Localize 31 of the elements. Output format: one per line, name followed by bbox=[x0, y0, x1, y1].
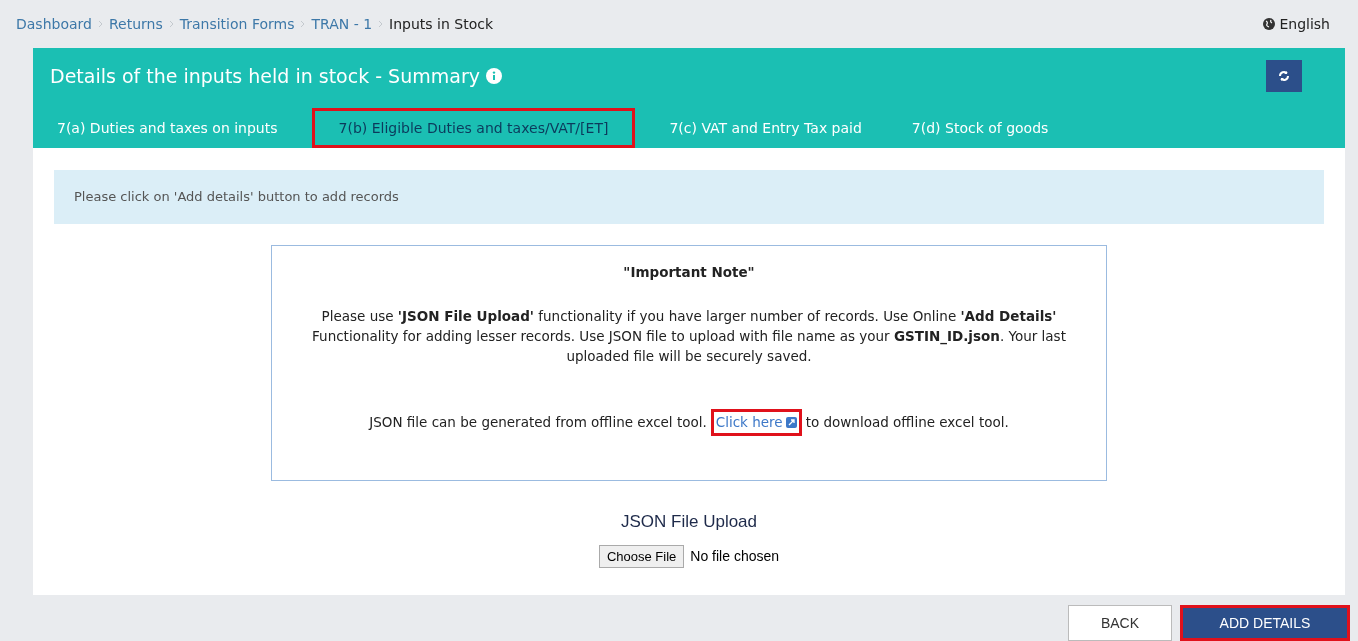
current-page-label: Inputs in Stock bbox=[389, 14, 494, 34]
chevron-icon bbox=[300, 20, 306, 28]
tab[interactable]: 7(c) VAT and Entry Tax paid bbox=[653, 108, 878, 148]
tab[interactable]: 7(b) Eligible Duties and taxes/VAT/[ET] bbox=[311, 108, 636, 148]
tab[interactable]: 7(d) Stock of goods bbox=[895, 108, 1065, 148]
breadcrumb-link[interactable]: TRAN - 1 bbox=[311, 13, 373, 35]
refresh-button[interactable] bbox=[1266, 60, 1302, 92]
language-button[interactable]: English bbox=[1263, 13, 1330, 35]
note-heading: "Important Note" bbox=[623, 263, 755, 282]
note-text: to download offline excel tool. bbox=[805, 413, 1009, 433]
choose-file-button[interactable]: Choose File bbox=[598, 544, 685, 568]
chevron-icon bbox=[97, 20, 103, 28]
external-link-icon bbox=[785, 416, 797, 428]
panel-title: Details of the inputs held in stock - Summary bbox=[50, 63, 480, 89]
refresh-icon bbox=[1278, 70, 1290, 82]
back-button[interactable]: BACK bbox=[1068, 605, 1172, 641]
file-status: No file chosen bbox=[690, 546, 780, 566]
download-link[interactable]: Click here bbox=[710, 409, 802, 436]
info-alert: Please click on 'Add details' button to add records bbox=[54, 170, 1324, 224]
upload-label: JSON File Upload bbox=[620, 511, 758, 533]
chevron-icon bbox=[168, 20, 174, 28]
breadcrumb-link[interactable]: Dashboard bbox=[16, 13, 92, 35]
info-icon bbox=[485, 68, 502, 84]
note-text: Please use 'JSON File Upload' functionality if you have larger number of records. Use Online 'Add Details' Functionality for adding lesser records. Use JSON file to upload with file name as your GSTIN_ID.json. Your last uploaded file will be securely saved. bbox=[311, 307, 1067, 367]
chevron-icon bbox=[378, 20, 384, 28]
note-text: JSON file can be generated from offline excel tool. bbox=[369, 413, 707, 433]
breadcrumb-link[interactable]: Transition Forms bbox=[179, 13, 295, 35]
globe-icon bbox=[1263, 18, 1276, 30]
add-details-button[interactable]: ADD DETAILS bbox=[1180, 605, 1350, 641]
breadcrumb-link[interactable]: Returns bbox=[108, 13, 163, 35]
tab[interactable]: 7(a) Duties and taxes on inputs bbox=[41, 108, 294, 148]
